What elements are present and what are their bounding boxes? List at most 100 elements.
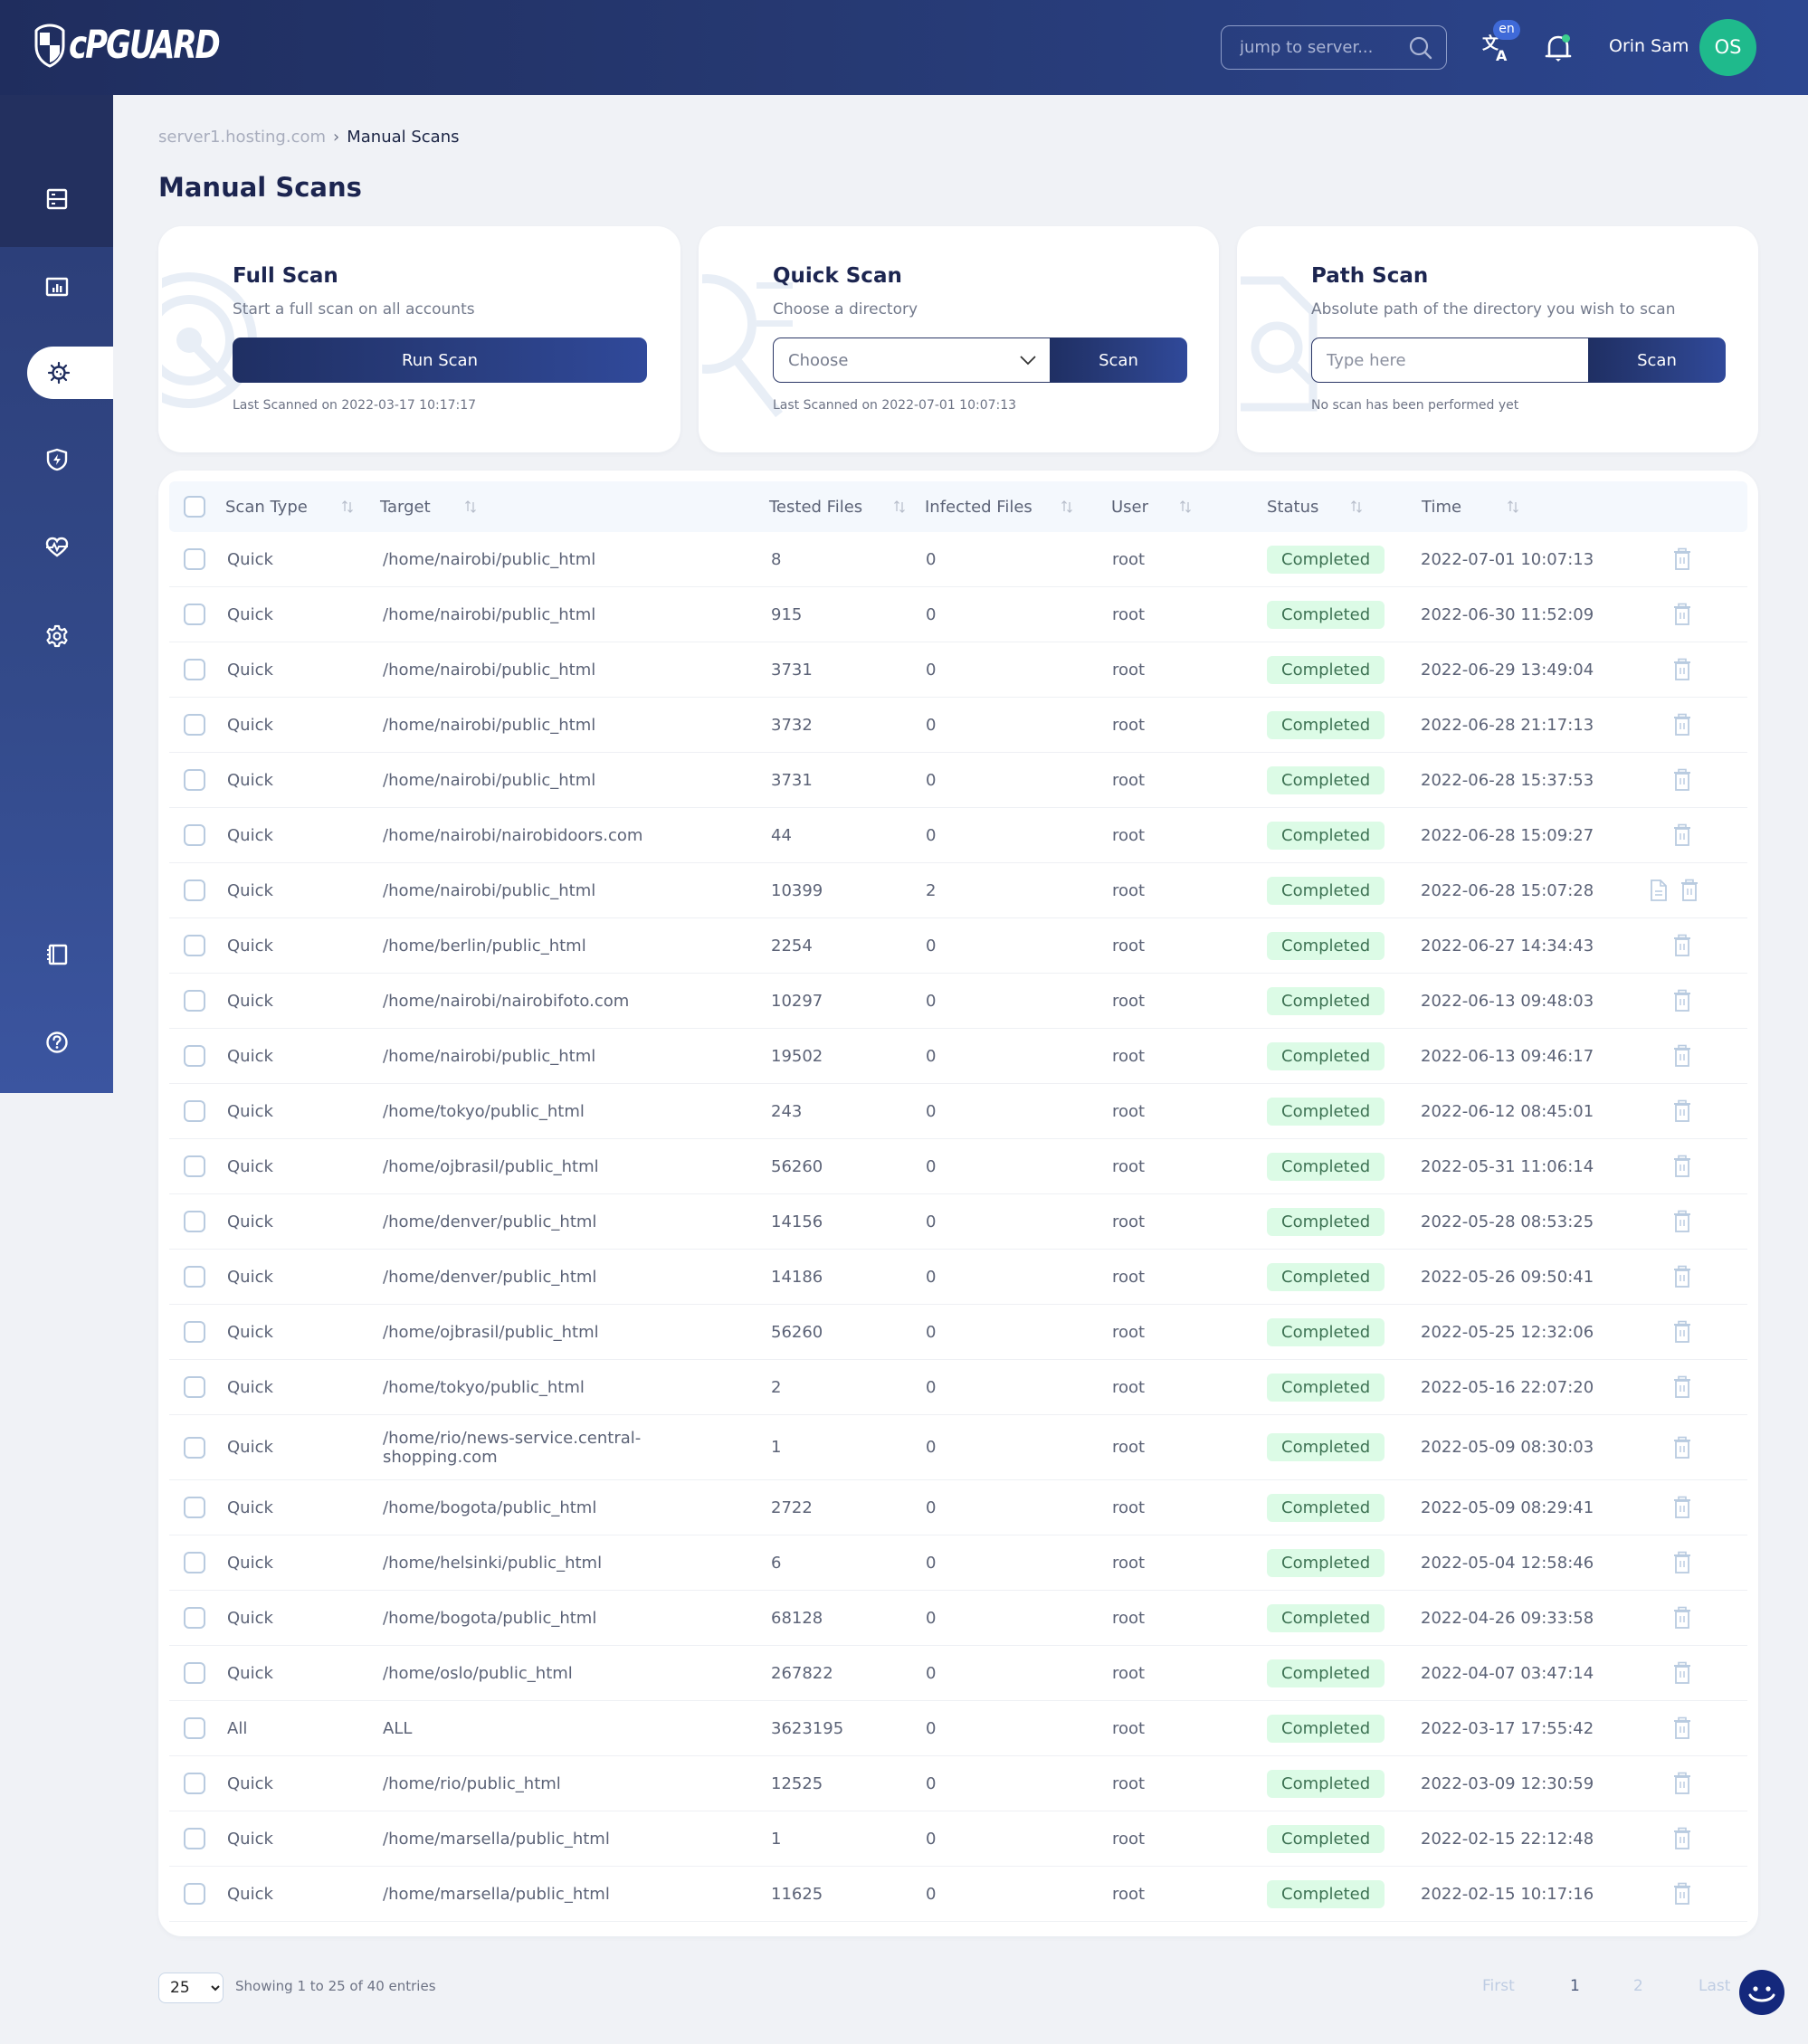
server-search-input[interactable] [1240, 38, 1403, 57]
row-checkbox[interactable] [184, 604, 205, 625]
row-checkbox[interactable] [184, 990, 205, 1012]
sort-icon[interactable] [1507, 500, 1519, 513]
col-user[interactable]: User [1111, 481, 1148, 532]
row-checkbox[interactable] [184, 1436, 205, 1459]
trash-icon[interactable] [1671, 1551, 1693, 1574]
sort-icon[interactable] [1061, 500, 1073, 513]
row-checkbox[interactable] [184, 1321, 205, 1343]
pagination-last[interactable]: Last [1699, 1977, 1730, 1995]
breadcrumb-server-link[interactable]: server1.hosting.com [158, 128, 326, 147]
sidebar-item-help[interactable] [0, 1016, 113, 1069]
row-checkbox[interactable] [184, 1266, 205, 1288]
trash-icon[interactable] [1671, 1772, 1693, 1795]
cell-tested-files: 14186 [771, 1267, 823, 1287]
row-checkbox[interactable] [184, 769, 205, 791]
trash-icon[interactable] [1671, 1099, 1693, 1123]
trash-icon[interactable] [1671, 1210, 1693, 1233]
sidebar-item-reports[interactable] [0, 261, 113, 313]
row-checkbox[interactable] [184, 1045, 205, 1067]
page-size-select[interactable]: 25 [158, 1973, 224, 2003]
trash-icon[interactable] [1671, 1265, 1693, 1288]
col-scan-type[interactable]: Scan Type [225, 481, 308, 532]
trash-icon[interactable] [1671, 1155, 1693, 1178]
shield-bolt-icon [46, 448, 67, 471]
trash-icon[interactable] [1671, 823, 1693, 847]
trash-icon[interactable] [1671, 547, 1693, 571]
trash-icon[interactable] [1671, 1436, 1693, 1459]
cell-actions [1671, 808, 1693, 862]
path-scan-button[interactable]: Scan [1588, 337, 1726, 383]
row-checkbox-cell [184, 1029, 205, 1083]
row-checkbox[interactable] [184, 1376, 205, 1398]
trash-icon[interactable] [1671, 1320, 1693, 1344]
directory-select[interactable]: Choose [773, 337, 1050, 383]
quick-scan-button[interactable]: Scan [1050, 337, 1187, 383]
row-checkbox[interactable] [184, 1607, 205, 1629]
sidebar-item-docs[interactable] [0, 928, 113, 981]
trash-icon[interactable] [1671, 658, 1693, 681]
col-infected-files[interactable]: Infected Files [925, 481, 1032, 532]
trash-icon[interactable] [1679, 879, 1700, 902]
row-checkbox[interactable] [184, 1552, 205, 1573]
trash-icon[interactable] [1671, 1375, 1693, 1399]
row-checkbox[interactable] [184, 1662, 205, 1684]
sidebar-item-protection[interactable] [0, 433, 113, 486]
row-checkbox[interactable] [184, 548, 205, 570]
trash-icon[interactable] [1671, 1044, 1693, 1068]
col-target[interactable]: Target [380, 481, 431, 532]
trash-icon[interactable] [1671, 713, 1693, 737]
trash-icon[interactable] [1671, 768, 1693, 792]
row-checkbox[interactable] [184, 1100, 205, 1122]
sort-icon[interactable] [1350, 500, 1363, 513]
row-checkbox[interactable] [184, 659, 205, 680]
sort-icon[interactable] [893, 500, 906, 513]
path-input[interactable] [1327, 350, 1575, 370]
report-file-icon[interactable] [1648, 879, 1670, 902]
trash-icon[interactable] [1671, 1716, 1693, 1740]
avatar[interactable]: OS [1699, 19, 1756, 76]
sidebar-item-settings[interactable] [0, 610, 113, 662]
cell-time: 2022-05-09 08:29:41 [1421, 1497, 1594, 1517]
row-checkbox[interactable] [184, 1883, 205, 1905]
row-checkbox[interactable] [184, 1155, 205, 1177]
trash-icon[interactable] [1671, 989, 1693, 1012]
row-checkbox[interactable] [184, 824, 205, 846]
row-checkbox[interactable] [184, 879, 205, 901]
row-checkbox[interactable] [184, 714, 205, 736]
sidebar-item-scans[interactable] [27, 347, 113, 399]
trash-icon[interactable] [1671, 603, 1693, 626]
sidebar-item-servers[interactable] [0, 173, 113, 225]
trash-icon[interactable] [1671, 1661, 1693, 1685]
pagination-page-2[interactable]: 2 [1633, 1977, 1643, 1995]
select-all-checkbox[interactable] [184, 496, 205, 518]
row-checkbox[interactable] [184, 1828, 205, 1849]
sort-icon[interactable] [464, 500, 477, 513]
trash-icon[interactable] [1671, 1496, 1693, 1519]
pagination-first[interactable]: First [1482, 1977, 1515, 1995]
chat-widget-button[interactable] [1739, 1970, 1784, 2015]
sort-icon[interactable] [341, 500, 354, 513]
trash-icon[interactable] [1671, 1606, 1693, 1630]
row-checkbox[interactable] [184, 1497, 205, 1518]
col-status[interactable]: Status [1267, 481, 1318, 532]
cell-scan-type: All [227, 1718, 248, 1738]
sidebar-item-health[interactable] [0, 521, 113, 574]
trash-icon[interactable] [1671, 934, 1693, 957]
row-checkbox[interactable] [184, 1773, 205, 1794]
col-time[interactable]: Time [1422, 481, 1461, 532]
sort-icon[interactable] [1179, 500, 1192, 513]
trash-icon[interactable] [1671, 1827, 1693, 1850]
user-name[interactable]: Orin Sam [1609, 36, 1689, 56]
row-checkbox[interactable] [184, 935, 205, 956]
col-tested-files[interactable]: Tested Files [769, 481, 862, 532]
cell-infected-files: 0 [926, 604, 937, 624]
logo[interactable]: cPGUARD [34, 20, 221, 71]
row-checkbox[interactable] [184, 1211, 205, 1232]
cell-user: root [1112, 604, 1146, 624]
trash-icon[interactable] [1671, 1882, 1693, 1906]
run-scan-button[interactable]: Run Scan [233, 337, 647, 383]
search-icon[interactable] [1408, 35, 1433, 61]
pagination-page-1[interactable]: 1 [1570, 1977, 1580, 1995]
server-search[interactable] [1221, 25, 1447, 70]
row-checkbox[interactable] [184, 1717, 205, 1739]
